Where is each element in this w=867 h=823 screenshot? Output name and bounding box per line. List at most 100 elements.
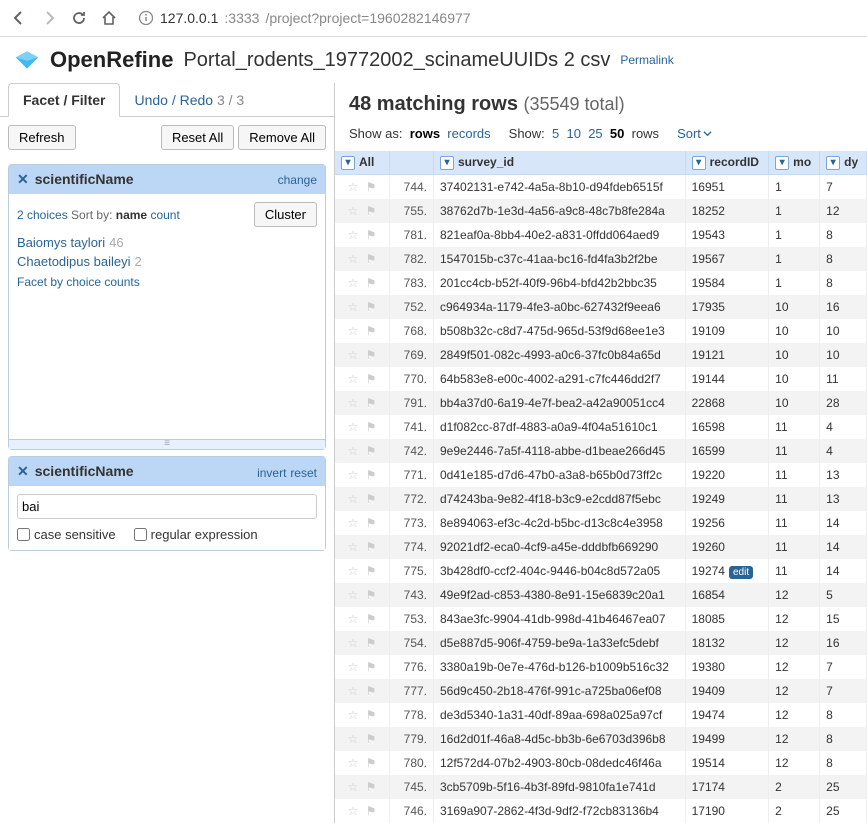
cell-mo[interactable]: 12 [769,655,820,679]
facet-by-counts-link[interactable]: Facet by choice counts [17,271,317,293]
flag-icon[interactable]: ⚑ [363,444,379,458]
cell-mo[interactable]: 12 [769,631,820,655]
star-icon[interactable]: ☆ [345,564,361,578]
cell-mo[interactable]: 11 [769,415,820,439]
cell-recordid[interactable]: 19567 [685,247,769,271]
cell-recordid[interactable]: 16599 [685,439,769,463]
cell-mo[interactable]: 10 [769,343,820,367]
cell-dy[interactable]: 16 [820,631,867,655]
flag-icon[interactable]: ⚑ [363,564,379,578]
menu-survey-icon[interactable]: ▾ [440,156,454,170]
flag-icon[interactable]: ⚑ [363,804,379,818]
cell-mo[interactable]: 12 [769,679,820,703]
star-icon[interactable]: ☆ [345,276,361,290]
flag-icon[interactable]: ⚑ [363,276,379,290]
flag-icon[interactable]: ⚑ [363,324,379,338]
cell-mo[interactable]: 11 [769,439,820,463]
cell-survey-id[interactable]: 843ae3fc-9904-41db-998d-41b46467ea07 [434,607,686,631]
star-icon[interactable]: ☆ [345,732,361,746]
flag-icon[interactable]: ⚑ [363,180,379,194]
cell-mo[interactable]: 1 [769,174,820,199]
tab-undo-redo[interactable]: Undo / Redo 3 / 3 [120,84,258,116]
cell-dy[interactable]: 14 [820,511,867,535]
flag-icon[interactable]: ⚑ [363,492,379,506]
cell-mo[interactable]: 1 [769,271,820,295]
forward-icon[interactable] [40,9,58,27]
star-icon[interactable]: ☆ [345,492,361,506]
cell-dy[interactable]: 7 [820,174,867,199]
cell-recordid[interactable]: 17190 [685,799,769,823]
star-icon[interactable]: ☆ [345,756,361,770]
facet-sort-count[interactable]: count [150,208,179,222]
url-bar[interactable]: 127.0.0.1:3333/project?project=196028214… [130,6,857,30]
back-icon[interactable] [10,9,28,27]
cell-mo[interactable]: 11 [769,511,820,535]
menu-all-icon[interactable]: ▾ [341,156,355,170]
cell-mo[interactable]: 10 [769,391,820,415]
cell-recordid[interactable]: 16854 [685,583,769,607]
cell-dy[interactable]: 10 [820,319,867,343]
cell-dy[interactable]: 4 [820,439,867,463]
cell-survey-id[interactable]: 37402131-e742-4a5a-8b10-d94fdeb6515f [434,174,686,199]
cell-mo[interactable]: 1 [769,199,820,223]
star-icon[interactable]: ☆ [345,588,361,602]
cell-mo[interactable]: 11 [769,487,820,511]
cell-mo[interactable]: 11 [769,535,820,559]
cell-dy[interactable]: 16 [820,295,867,319]
flag-icon[interactable]: ⚑ [363,684,379,698]
cell-survey-id[interactable]: 16d2d01f-46a8-4d5c-bb3b-6e6703d396b8 [434,727,686,751]
menu-dy-icon[interactable]: ▾ [826,156,840,170]
cell-dy[interactable]: 8 [820,703,867,727]
star-icon[interactable]: ☆ [345,348,361,362]
cell-dy[interactable]: 13 [820,487,867,511]
menu-mo-icon[interactable]: ▾ [775,156,789,170]
cell-dy[interactable]: 25 [820,775,867,799]
star-icon[interactable]: ☆ [345,636,361,650]
cell-mo[interactable]: 12 [769,751,820,775]
cell-dy[interactable]: 13 [820,463,867,487]
flag-icon[interactable]: ⚑ [363,780,379,794]
cell-survey-id[interactable]: 3cb5709b-5f16-4b3f-89fd-9810fa1e741d [434,775,686,799]
cell-mo[interactable]: 2 [769,799,820,823]
cell-dy[interactable]: 8 [820,247,867,271]
cell-recordid[interactable]: 16951 [685,174,769,199]
regex-check[interactable]: regular expression [134,527,258,542]
cell-recordid[interactable]: 19474 [685,703,769,727]
star-icon[interactable]: ☆ [345,468,361,482]
facet-choice[interactable]: Chaetodipus baileyi2 [17,252,317,271]
star-icon[interactable]: ☆ [345,780,361,794]
cell-dy[interactable]: 8 [820,271,867,295]
cell-recordid[interactable]: 19409 [685,679,769,703]
star-icon[interactable]: ☆ [345,684,361,698]
cell-survey-id[interactable]: 3b428df0-ccf2-404c-9446-b04c8d572a05 [434,559,686,583]
cell-dy[interactable]: 10 [820,343,867,367]
cell-mo[interactable]: 10 [769,367,820,391]
cell-recordid[interactable]: 17174 [685,775,769,799]
flag-icon[interactable]: ⚑ [363,636,379,650]
cell-survey-id[interactable]: b508b32c-c8d7-475d-965d-53f9d68ee1e3 [434,319,686,343]
cell-survey-id[interactable]: 49e9f2ad-c853-4380-8e91-15e6839c20a1 [434,583,686,607]
cell-survey-id[interactable]: 38762d7b-1e3d-4a56-a9c8-48c7b8fe284a [434,199,686,223]
page-5[interactable]: 5 [552,126,559,141]
tab-facet-filter[interactable]: Facet / Filter [8,83,120,117]
cell-recordid[interactable]: 18132 [685,631,769,655]
star-icon[interactable]: ☆ [345,708,361,722]
choice-name[interactable]: Chaetodipus baileyi [17,254,130,269]
cell-recordid[interactable]: 16598 [685,415,769,439]
cell-survey-id[interactable]: 821eaf0a-8bb4-40e2-a831-0ffdd064aed9 [434,223,686,247]
cell-mo[interactable]: 2 [769,775,820,799]
cell-recordid[interactable]: 19249 [685,487,769,511]
sort-menu[interactable]: Sort [677,126,712,141]
star-icon[interactable]: ☆ [345,228,361,242]
cell-dy[interactable]: 8 [820,727,867,751]
facet-close-icon[interactable]: ✕ [17,171,29,187]
flag-icon[interactable]: ⚑ [363,468,379,482]
cell-recordid[interactable]: 19584 [685,271,769,295]
cell-recordid[interactable]: 19543 [685,223,769,247]
star-icon[interactable]: ☆ [345,204,361,218]
edit-button[interactable]: edit [729,566,753,579]
cell-mo[interactable]: 11 [769,559,820,583]
cell-dy[interactable]: 4 [820,415,867,439]
refresh-button[interactable]: Refresh [8,125,76,150]
cell-dy[interactable]: 25 [820,799,867,823]
